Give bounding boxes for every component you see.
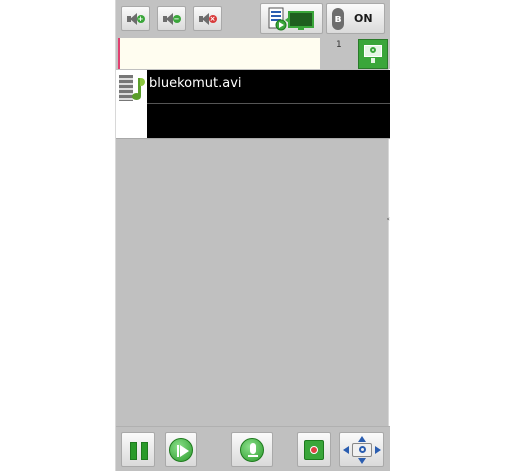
record-button[interactable] xyxy=(297,432,331,467)
cast-screen-icon xyxy=(268,7,314,30)
divider xyxy=(147,103,390,104)
volume-up-button[interactable]: + xyxy=(121,6,150,31)
cast-screen-button[interactable] xyxy=(260,3,323,34)
dpad-button[interactable] xyxy=(339,432,384,467)
bluetooth-state-label: ON xyxy=(354,12,373,25)
record-icon xyxy=(304,439,324,460)
volume-down-button[interactable]: − xyxy=(157,6,186,31)
track-bar: 1 xyxy=(116,36,390,69)
track-number: 1 xyxy=(336,40,342,50)
next-button[interactable] xyxy=(165,432,197,467)
list-item-name: bluekomut.avi xyxy=(149,76,242,91)
mute-button[interactable]: × xyxy=(193,6,222,31)
app-screen: + − × ʙ ON 1 bluekomut.avi ˂ xyxy=(115,0,391,471)
volume-up-icon: + xyxy=(126,12,145,26)
list-item[interactable]: bluekomut.avi xyxy=(147,70,390,138)
pause-button[interactable] xyxy=(121,432,155,467)
scrollbar-handle[interactable]: ˂ xyxy=(386,218,391,228)
microphone-icon xyxy=(240,437,264,462)
top-toolbar: + − × ʙ ON xyxy=(116,0,390,36)
mute-icon: × xyxy=(198,12,217,26)
volume-down-icon: − xyxy=(162,12,181,26)
divider xyxy=(116,138,390,139)
microphone-button[interactable] xyxy=(231,432,273,467)
bottom-controls xyxy=(116,426,390,471)
bluetooth-icon: ʙ xyxy=(332,7,344,30)
bluetooth-toggle[interactable]: ʙ ON xyxy=(326,3,385,34)
playlist: bluekomut.avi xyxy=(116,70,390,138)
video-music-icon xyxy=(116,70,147,138)
track-input-field[interactable] xyxy=(118,38,320,69)
search-screen-button[interactable] xyxy=(358,39,388,69)
next-track-icon xyxy=(169,437,193,462)
